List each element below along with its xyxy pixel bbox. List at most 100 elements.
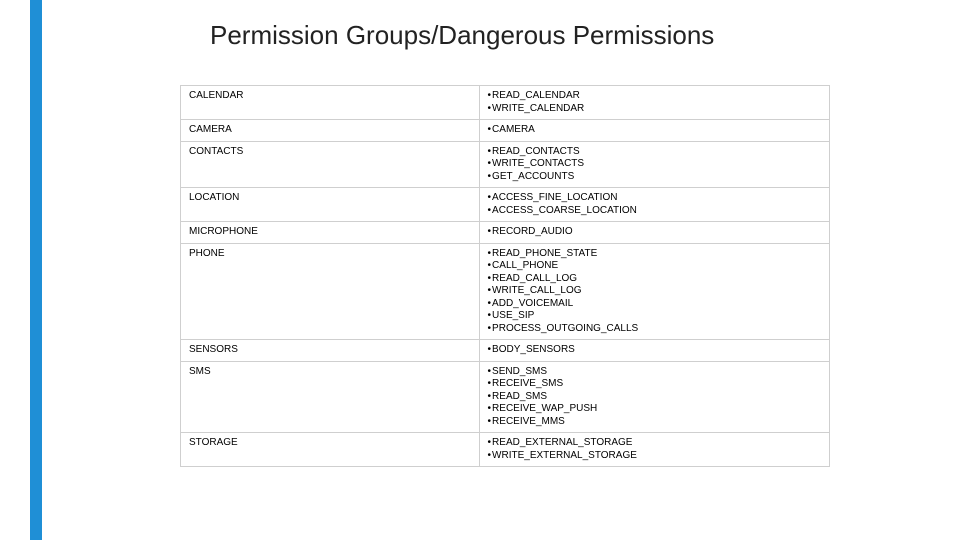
bullet-icon: •	[488, 285, 492, 296]
permission-label: WRITE_CALENDAR	[492, 103, 584, 114]
permission-label: READ_EXTERNAL_STORAGE	[492, 437, 632, 448]
group-cell: CAMERA	[181, 120, 480, 142]
permission-label: CALL_PHONE	[492, 260, 558, 271]
bullet-icon: •	[488, 437, 492, 448]
table-row: LOCATION•ACCESS_FINE_LOCATION•ACCESS_COA…	[181, 188, 830, 222]
bullet-icon: •	[488, 298, 492, 309]
permission-item: •WRITE_CALENDAR	[488, 103, 823, 116]
permission-item: •CALL_PHONE	[488, 260, 823, 273]
group-cell: CONTACTS	[181, 141, 480, 188]
permission-label: READ_CONTACTS	[492, 146, 580, 157]
permission-item: •ADD_VOICEMAIL	[488, 298, 823, 311]
permission-label: GET_ACCOUNTS	[492, 171, 574, 182]
permission-item: •READ_CALL_LOG	[488, 273, 823, 286]
permission-item: •CAMERA	[488, 124, 823, 137]
permission-label: WRITE_CALL_LOG	[492, 285, 581, 296]
table-row: PHONE•READ_PHONE_STATE•CALL_PHONE•READ_C…	[181, 243, 830, 340]
permission-label: WRITE_EXTERNAL_STORAGE	[492, 450, 637, 461]
permissions-table-container: CALENDAR•READ_CALENDAR•WRITE_CALENDARCAM…	[180, 85, 830, 467]
bullet-icon: •	[488, 403, 492, 414]
permission-item: •WRITE_EXTERNAL_STORAGE	[488, 450, 823, 463]
permission-label: RECEIVE_MMS	[492, 416, 565, 427]
permission-label: USE_SIP	[492, 310, 534, 321]
table-row: CONTACTS•READ_CONTACTS•WRITE_CONTACTS•GE…	[181, 141, 830, 188]
bullet-icon: •	[488, 260, 492, 271]
permission-item: •WRITE_CONTACTS	[488, 158, 823, 171]
accent-bar	[30, 0, 42, 540]
bullet-icon: •	[488, 158, 492, 169]
bullet-icon: •	[488, 344, 492, 355]
permission-label: ADD_VOICEMAIL	[492, 298, 573, 309]
bullet-icon: •	[488, 146, 492, 157]
bullet-icon: •	[488, 248, 492, 259]
permissions-cell: •BODY_SENSORS	[479, 340, 829, 362]
table-row: MICROPHONE •RECORD_AUDIO	[181, 222, 830, 244]
permission-label: READ_CALENDAR	[492, 90, 580, 101]
table-row: CALENDAR•READ_CALENDAR•WRITE_CALENDAR	[181, 86, 830, 120]
permission-label: SEND_SMS	[492, 366, 547, 377]
permission-label: READ_SMS	[492, 391, 547, 402]
group-cell: CALENDAR	[181, 86, 480, 120]
bullet-icon: •	[488, 226, 492, 237]
permission-item: •WRITE_CALL_LOG	[488, 285, 823, 298]
permission-item: •READ_CALENDAR	[488, 90, 823, 103]
permission-item: •READ_CONTACTS	[488, 146, 823, 159]
bullet-icon: •	[488, 124, 492, 135]
bullet-icon: •	[488, 378, 492, 389]
bullet-icon: •	[488, 366, 492, 377]
table-row: SENSORS •BODY_SENSORS	[181, 340, 830, 362]
group-cell: PHONE	[181, 243, 480, 340]
permission-item: •RECEIVE_MMS	[488, 416, 823, 429]
permissions-cell: •SEND_SMS•RECEIVE_SMS•READ_SMS•RECEIVE_W…	[479, 361, 829, 433]
permissions-cell: •ACCESS_FINE_LOCATION•ACCESS_COARSE_LOCA…	[479, 188, 829, 222]
bullet-icon: •	[488, 310, 492, 321]
permissions-cell: •CAMERA	[479, 120, 829, 142]
group-cell: MICROPHONE	[181, 222, 480, 244]
bullet-icon: •	[488, 90, 492, 101]
bullet-icon: •	[488, 205, 492, 216]
page-title: Permission Groups/Dangerous Permissions	[210, 20, 714, 51]
permission-item: •RECEIVE_SMS	[488, 378, 823, 391]
permission-label: READ_PHONE_STATE	[492, 248, 597, 259]
permission-item: •GET_ACCOUNTS	[488, 171, 823, 184]
permission-label: RECEIVE_SMS	[492, 378, 563, 389]
permission-label: WRITE_CONTACTS	[492, 158, 584, 169]
permission-label: RECEIVE_WAP_PUSH	[492, 403, 597, 414]
permissions-cell: •READ_CALENDAR•WRITE_CALENDAR	[479, 86, 829, 120]
permission-item: •READ_PHONE_STATE	[488, 248, 823, 261]
permissions-table-body: CALENDAR•READ_CALENDAR•WRITE_CALENDARCAM…	[181, 86, 830, 467]
permission-item: •READ_EXTERNAL_STORAGE	[488, 437, 823, 450]
permission-item: •BODY_SENSORS	[488, 344, 823, 357]
permission-label: ACCESS_FINE_LOCATION	[492, 192, 617, 203]
permission-label: ACCESS_COARSE_LOCATION	[492, 205, 637, 216]
permissions-cell: •READ_CONTACTS•WRITE_CONTACTS•GET_ACCOUN…	[479, 141, 829, 188]
permission-item: •ACCESS_FINE_LOCATION	[488, 192, 823, 205]
group-cell: LOCATION	[181, 188, 480, 222]
bullet-icon: •	[488, 171, 492, 182]
permission-label: READ_CALL_LOG	[492, 273, 577, 284]
permission-item: •RECEIVE_WAP_PUSH	[488, 403, 823, 416]
permission-item: •READ_SMS	[488, 391, 823, 404]
bullet-icon: •	[488, 450, 492, 461]
table-row: CAMERA•CAMERA	[181, 120, 830, 142]
permission-label: PROCESS_OUTGOING_CALLS	[492, 323, 638, 334]
permission-item: •ACCESS_COARSE_LOCATION	[488, 205, 823, 218]
bullet-icon: •	[488, 323, 492, 334]
permission-label: RECORD_AUDIO	[492, 226, 573, 237]
permission-label: CAMERA	[492, 124, 535, 135]
permissions-cell: •READ_EXTERNAL_STORAGE•WRITE_EXTERNAL_ST…	[479, 433, 829, 467]
permission-label: BODY_SENSORS	[492, 344, 575, 355]
bullet-icon: •	[488, 192, 492, 203]
permission-item: •RECORD_AUDIO	[488, 226, 823, 239]
group-cell: SENSORS	[181, 340, 480, 362]
group-cell: SMS	[181, 361, 480, 433]
permission-item: •SEND_SMS	[488, 366, 823, 379]
bullet-icon: •	[488, 273, 492, 284]
permissions-table: CALENDAR•READ_CALENDAR•WRITE_CALENDARCAM…	[180, 85, 830, 467]
permission-item: •PROCESS_OUTGOING_CALLS	[488, 323, 823, 336]
bullet-icon: •	[488, 391, 492, 402]
permission-item: •USE_SIP	[488, 310, 823, 323]
group-cell: STORAGE	[181, 433, 480, 467]
table-row: SMS•SEND_SMS•RECEIVE_SMS•READ_SMS•RECEIV…	[181, 361, 830, 433]
bullet-icon: •	[488, 103, 492, 114]
